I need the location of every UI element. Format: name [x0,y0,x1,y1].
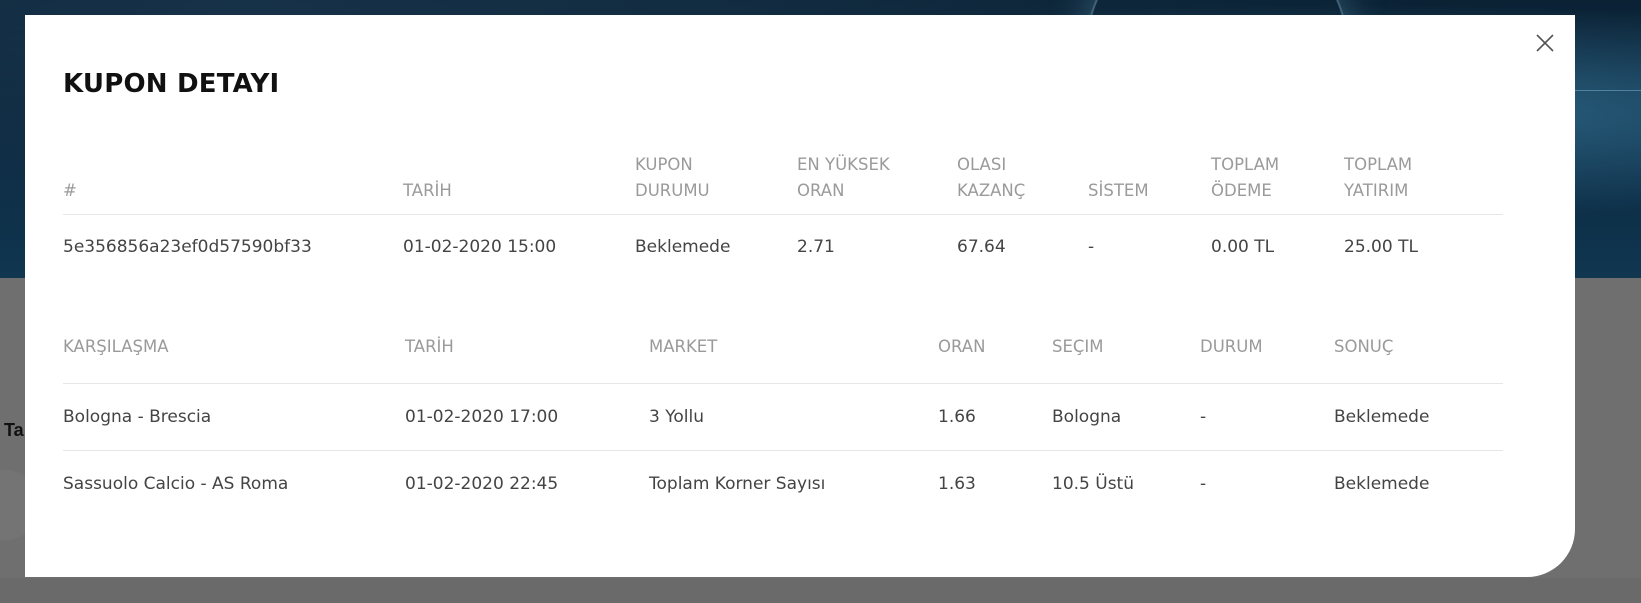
coupon-total-stake: 25.00 TL [1344,237,1418,258]
match-status: - [1200,473,1207,494]
match-result: Beklemede [1334,473,1430,494]
header-odds: ORAN [938,323,1052,384]
match-row: Bologna - Brescia 01-02-2020 17:00 3 Yol… [63,383,1503,451]
match-market: 3 Yollu [649,383,938,451]
header-match-date: TARİH [405,323,649,384]
header-potential-win: OLASI KAZANÇ [957,151,1088,215]
header-result: SONUÇ [1334,323,1503,384]
header-max-odds: EN YÜKSEK ORAN [797,151,957,215]
match-row: Sassuolo Calcio - AS Roma 01-02-2020 22:… [63,450,1503,517]
header-match: KARŞILAŞMA [63,323,405,384]
close-button[interactable] [1531,29,1559,57]
match-date: 01-02-2020 22:45 [405,473,559,494]
header-selection: SEÇIM [1052,323,1200,384]
matches-table: KARŞILAŞMA TARİH MARKET ORAN SEÇIM DURUM… [63,323,1503,517]
header-status: DURUM [1200,323,1334,384]
match-result: Beklemede [1334,383,1503,451]
matches-header-row: KARŞILAŞMA TARİH MARKET ORAN SEÇIM DURUM… [63,323,1503,384]
match-teams: Bologna - Brescia [63,383,405,451]
match-market: Toplam Korner Sayısı [649,473,826,494]
header-total-payment: TOPLAM ÖDEME [1211,151,1344,215]
coupon-summary-table: # TARİH KUPON DURUMU EN YÜKSEK ORAN OLAS… [63,151,1503,280]
coupon-max-odds: 2.71 [797,237,835,258]
header-market: MARKET [649,323,938,384]
header-id: # [63,151,403,215]
coupon-row: 5e356856a23ef0d57590bf33 01-02-2020 15:0… [63,214,1503,280]
header-coupon-status: KUPON DURUMU [635,151,797,215]
background-footer-band [0,578,1641,603]
coupon-status: Beklemede [635,237,731,258]
match-teams: Sassuolo Calcio - AS Roma [63,473,289,494]
match-status: - [1200,383,1334,451]
background-partial-text: Ta [4,420,24,440]
header-date: TARİH [403,151,635,215]
coupon-header-row: # TARİH KUPON DURUMU EN YÜKSEK ORAN OLAS… [63,151,1503,215]
modal-title: KUPON DETAYI [63,69,280,99]
match-date: 01-02-2020 17:00 [405,383,649,451]
coupon-system: - [1088,237,1095,258]
match-selection: 10.5 Üstü [1052,473,1134,494]
header-system: SİSTEM [1088,151,1211,215]
coupon-detail-modal: KUPON DETAYI # TARİH KUPON DURUMU EN YÜK… [25,15,1575,577]
header-total-stake: TOPLAM YATIRIM [1344,151,1503,215]
match-selection: Bologna [1052,383,1200,451]
coupon-id: 5e356856a23ef0d57590bf33 [63,237,312,258]
coupon-total-payment: 0.00 TL [1211,237,1275,258]
coupon-potential-win: 67.64 [957,237,1006,258]
match-odds: 1.63 [938,473,976,494]
coupon-date: 01-02-2020 15:00 [403,237,557,258]
close-icon [1536,34,1554,52]
match-odds: 1.66 [938,383,1052,451]
